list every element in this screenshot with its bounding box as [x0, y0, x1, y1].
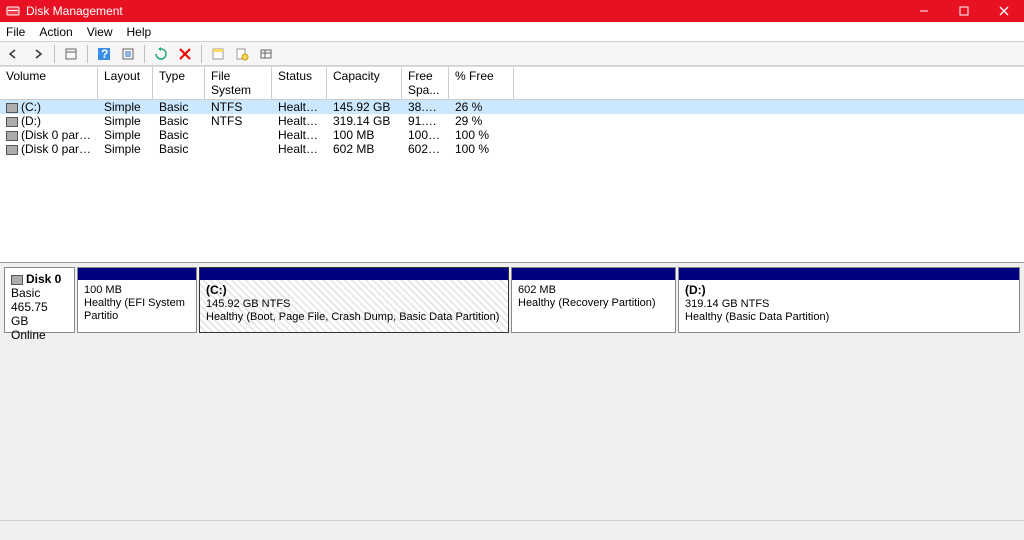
- col-freespace[interactable]: Free Spa...: [402, 67, 449, 99]
- forward-button[interactable]: [28, 44, 48, 64]
- minimize-button[interactable]: [904, 0, 944, 22]
- partition-bar: [200, 268, 508, 280]
- show-hide-icon[interactable]: [61, 44, 81, 64]
- col-layout[interactable]: Layout: [98, 67, 153, 99]
- partition-bar: [512, 268, 675, 280]
- action-icon[interactable]: [232, 44, 252, 64]
- col-pctfree[interactable]: % Free: [449, 67, 514, 99]
- column-headers: Volume Layout Type File System Status Ca…: [0, 66, 1024, 100]
- titlebar: Disk Management: [0, 0, 1024, 22]
- list-icon[interactable]: [256, 44, 276, 64]
- volume-row[interactable]: (Disk 0 partition 4)SimpleBasicHealthy (…: [0, 142, 1024, 156]
- disk-status: Online: [11, 328, 46, 342]
- settings-icon[interactable]: [118, 44, 138, 64]
- window-title: Disk Management: [26, 4, 123, 18]
- col-status[interactable]: Status: [272, 67, 327, 99]
- menu-help[interactable]: Help: [127, 25, 152, 39]
- refresh-icon[interactable]: [151, 44, 171, 64]
- col-type[interactable]: Type: [153, 67, 205, 99]
- disk-name: Disk 0: [26, 272, 61, 286]
- volume-list: Volume Layout Type File System Status Ca…: [0, 66, 1024, 263]
- menu-action[interactable]: Action: [39, 25, 72, 39]
- maximize-button[interactable]: [944, 0, 984, 22]
- partition[interactable]: (D:)319.14 GB NTFSHealthy (Basic Data Pa…: [678, 267, 1020, 333]
- app-icon: [6, 4, 20, 18]
- disk-row: Disk 0 Basic 465.75 GB Online 100 MBHeal…: [4, 267, 1020, 333]
- drive-icon: [6, 131, 18, 141]
- partition-bar: [679, 268, 1019, 280]
- drive-icon: [6, 145, 18, 155]
- partition[interactable]: 602 MBHealthy (Recovery Partition): [511, 267, 676, 333]
- col-filesystem[interactable]: File System: [205, 67, 272, 99]
- close-button[interactable]: [984, 0, 1024, 22]
- partition[interactable]: 100 MBHealthy (EFI System Partitio: [77, 267, 197, 333]
- partition-bar: [78, 268, 196, 280]
- toolbar: ?: [0, 42, 1024, 66]
- disk-icon: [11, 275, 23, 285]
- col-capacity[interactable]: Capacity: [327, 67, 402, 99]
- partition[interactable]: (C:)145.92 GB NTFSHealthy (Boot, Page Fi…: [199, 267, 509, 333]
- disk-type: Basic: [11, 286, 40, 300]
- menu-file[interactable]: File: [6, 25, 25, 39]
- menu-view[interactable]: View: [87, 25, 113, 39]
- volume-row[interactable]: (Disk 0 partition 1)SimpleBasicHealthy (…: [0, 128, 1024, 142]
- disk-info[interactable]: Disk 0 Basic 465.75 GB Online: [4, 267, 75, 333]
- drive-icon: [6, 117, 18, 127]
- delete-icon[interactable]: [175, 44, 195, 64]
- help-icon[interactable]: ?: [94, 44, 114, 64]
- disk-size: 465.75 GB: [11, 300, 48, 328]
- drive-icon: [6, 103, 18, 113]
- col-volume[interactable]: Volume: [0, 67, 98, 99]
- back-button[interactable]: [4, 44, 24, 64]
- volume-row[interactable]: (C:)SimpleBasicNTFSHealthy (B...145.92 G…: [0, 100, 1024, 114]
- graphical-view: Disk 0 Basic 465.75 GB Online 100 MBHeal…: [0, 263, 1024, 533]
- properties-icon[interactable]: [208, 44, 228, 64]
- volume-row[interactable]: (D:)SimpleBasicNTFSHealthy (B...319.14 G…: [0, 114, 1024, 128]
- statusbar: [0, 520, 1024, 540]
- menubar: File Action View Help: [0, 22, 1024, 42]
- svg-text:?: ?: [101, 47, 108, 61]
